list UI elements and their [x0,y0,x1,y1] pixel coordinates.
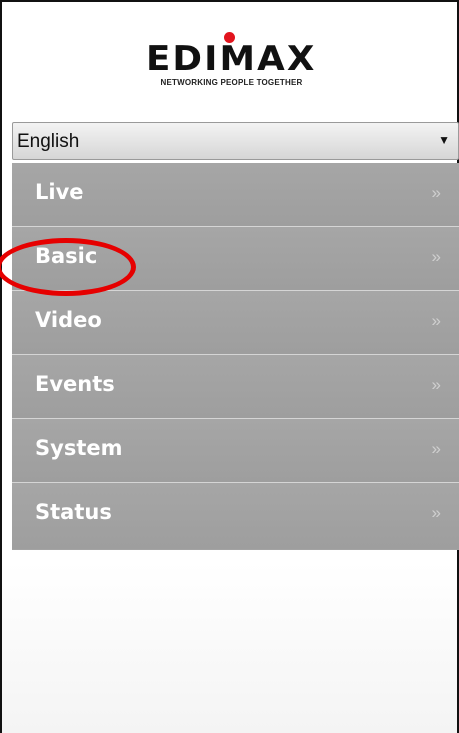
chevron-right-icon: » [431,311,441,330]
menu-item-system[interactable]: System » [12,419,459,483]
menu-item-label: Basic [35,244,98,268]
chevron-right-icon: » [431,503,441,522]
logo-text: EDIMAX [146,39,317,79]
chevron-right-icon: » [431,375,441,394]
chevron-right-icon: » [431,183,441,202]
chevron-right-icon: » [431,439,441,458]
menu-item-label: System [35,436,123,460]
menu-item-video[interactable]: Video » [12,291,459,355]
language-selected-value: English [17,131,80,152]
header: EDIMAX NETWORKING PEOPLE TOGETHER [2,22,459,102]
menu-item-basic[interactable]: Basic » [12,227,459,291]
app-frame: EDIMAX NETWORKING PEOPLE TOGETHER Englis… [0,0,459,733]
menu-item-label: Video [35,308,102,332]
language-select[interactable]: English ▼ [12,122,459,160]
edimax-logo: EDIMAX NETWORKING PEOPLE TOGETHER [146,32,315,87]
logo-tagline: NETWORKING PEOPLE TOGETHER [160,78,303,87]
menu-item-status[interactable]: Status » [12,483,459,549]
dropdown-arrow-icon: ▼ [438,133,450,147]
menu-item-label: Live [35,180,84,204]
chevron-right-icon: » [431,247,441,266]
menu-item-label: Events [35,372,115,396]
menu-item-label: Status [35,500,112,524]
menu-item-events[interactable]: Events » [12,355,459,419]
menu-item-live[interactable]: Live » [12,163,459,227]
main-menu: Live » Basic » Video » Events » System »… [12,163,459,550]
